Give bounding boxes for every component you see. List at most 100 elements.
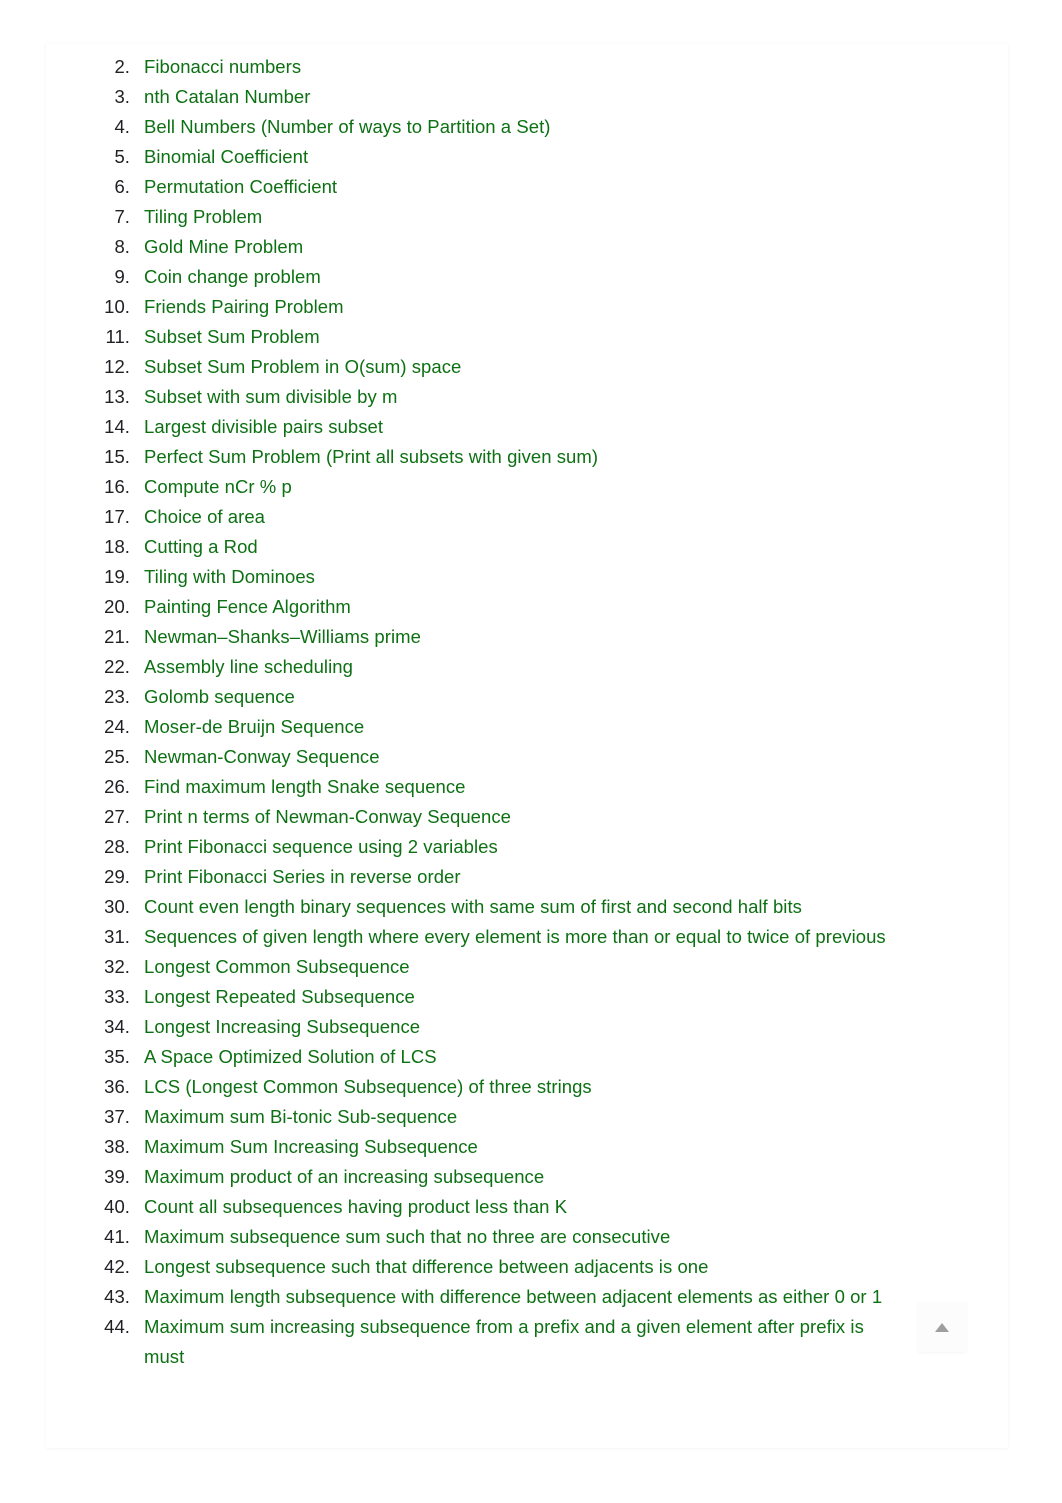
list-item: 7. Tiling Problem [72, 202, 902, 232]
list-item-link[interactable]: Assembly line scheduling [144, 656, 353, 677]
list-item-link[interactable]: Subset Sum Problem in O(sum) space [144, 356, 461, 377]
list-item-number: 17. [104, 506, 130, 527]
list-item-link[interactable]: Longest Common Subsequence [144, 956, 410, 977]
list-item-number: 25. [104, 746, 130, 767]
list-item: 18. Cutting a Rod [72, 532, 902, 562]
list-item-number: 2. [114, 56, 130, 77]
list-item-number: 38. [104, 1136, 130, 1157]
list-item-link[interactable]: Maximum Sum Increasing Subsequence [144, 1136, 478, 1157]
list-item: 30. Count even length binary sequences wi… [72, 892, 902, 922]
list-item: 14. Largest divisible pairs subset [72, 412, 902, 442]
list-item-link[interactable]: Fibonacci numbers [144, 56, 301, 77]
list-item: 9. Coin change problem [72, 262, 902, 292]
list-item-link[interactable]: Longest Increasing Subsequence [144, 1016, 420, 1037]
list-item-link[interactable]: Maximum product of an increasing subsequ… [144, 1166, 544, 1187]
list-item-link[interactable]: Maximum subsequence sum such that no thr… [144, 1226, 670, 1247]
list-item-link[interactable]: Maximum sum increasing subsequence from … [144, 1316, 864, 1367]
list-item: 44. Maximum sum increasing subsequence fr… [72, 1312, 902, 1372]
list-item-number: 15. [104, 446, 130, 467]
list-item: 41. Maximum subsequence sum such that no … [72, 1222, 902, 1252]
list-item-number: 36. [104, 1076, 130, 1097]
list-item-number: 19. [104, 566, 130, 587]
list-item-link[interactable]: Cutting a Rod [144, 536, 258, 557]
list-item-number: 37. [104, 1106, 130, 1127]
list-item: 19. Tiling with Dominoes [72, 562, 902, 592]
list-item-number: 8. [114, 236, 130, 257]
list-item: 25. Newman-Conway Sequence [72, 742, 902, 772]
list-item-link[interactable]: Gold Mine Problem [144, 236, 303, 257]
list-item: 27. Print n terms of Newman-Conway Sequen… [72, 802, 902, 832]
scroll-to-top-button[interactable]: Back to top [917, 1302, 967, 1352]
list-item-number: 18. [104, 536, 130, 557]
list-item: 32. Longest Common Subsequence [72, 952, 902, 982]
list-item: 39. Maximum product of an increasing subs… [72, 1162, 902, 1192]
list-item-number: 39. [104, 1166, 130, 1187]
list-item-link[interactable]: LCS (Longest Common Subsequence) of thre… [144, 1076, 592, 1097]
list-item: 40. Count all subsequences having product… [72, 1192, 902, 1222]
list-item: 28. Print Fibonacci sequence using 2 vari… [72, 832, 902, 862]
list-item-link[interactable]: Longest subsequence such that difference… [144, 1256, 708, 1277]
list-item-link[interactable]: Golomb sequence [144, 686, 295, 707]
list-item-link[interactable]: Print Fibonacci sequence using 2 variabl… [144, 836, 498, 857]
list-item-number: 32. [104, 956, 130, 977]
dp-problem-list: 2. Fibonacci numbers 3. nth Catalan Number 4… [72, 52, 902, 1372]
list-item-number: 35. [104, 1046, 130, 1067]
list-item-number: 43. [104, 1286, 130, 1307]
list-item-link[interactable]: Print n terms of Newman-Conway Sequence [144, 806, 511, 827]
list-item-number: 6. [114, 176, 130, 197]
list-item-number: 7. [114, 206, 130, 227]
list-item: 24. Moser-de Bruijn Sequence [72, 712, 902, 742]
list-item-number: 33. [104, 986, 130, 1007]
list-item-number: 31. [104, 926, 130, 947]
list-item-link[interactable]: Sequences of given length where every el… [144, 926, 886, 947]
list-item-link[interactable]: Compute nCr % p [144, 476, 292, 497]
list-item-number: 28. [104, 836, 130, 857]
list-item-link[interactable]: Maximum length subsequence with differen… [144, 1286, 882, 1307]
list-item-number: 22. [104, 656, 130, 677]
list-item: 43. Maximum length subsequence with diffe… [72, 1282, 902, 1312]
list-item: 4. Bell Numbers (Number of ways to Partit… [72, 112, 902, 142]
list-item: 42. Longest subsequence such that differe… [72, 1252, 902, 1282]
list-item-link[interactable]: Moser-de Bruijn Sequence [144, 716, 364, 737]
list-item-link[interactable]: Bell Numbers (Number of ways to Partitio… [144, 116, 550, 137]
list-item-link[interactable]: A Space Optimized Solution of LCS [144, 1046, 437, 1067]
list-item-link[interactable]: Permutation Coefficient [144, 176, 337, 197]
list-item-link[interactable]: Count even length binary sequences with … [144, 896, 802, 917]
list-item-link[interactable]: Tiling Problem [144, 206, 262, 227]
list-item-link[interactable]: Subset Sum Problem [144, 326, 320, 347]
list-item-link[interactable]: nth Catalan Number [144, 86, 310, 107]
list-item-link[interactable]: Binomial Coefficient [144, 146, 308, 167]
list-item-link[interactable]: Tiling with Dominoes [144, 566, 315, 587]
list-item: 35. A Space Optimized Solution of LCS [72, 1042, 902, 1072]
list-item-link[interactable]: Print Fibonacci Series in reverse order [144, 866, 461, 887]
list-item-link[interactable]: Perfect Sum Problem (Print all subsets w… [144, 446, 598, 467]
list-item-number: 3. [114, 86, 130, 107]
list-item-link[interactable]: Friends Pairing Problem [144, 296, 344, 317]
list-item-link[interactable]: Newman–Shanks–Williams prime [144, 626, 421, 647]
list-item-link[interactable]: Find maximum length Snake sequence [144, 776, 466, 797]
list-item: 37. Maximum sum Bi-tonic Sub-sequence [72, 1102, 902, 1132]
list-item-link[interactable]: Longest Repeated Subsequence [144, 986, 415, 1007]
list-item: 11. Subset Sum Problem [72, 322, 902, 352]
list-item-number: 10. [104, 296, 130, 317]
list-item-link[interactable]: Choice of area [144, 506, 265, 527]
list-item-link[interactable]: Maximum sum Bi-tonic Sub-sequence [144, 1106, 457, 1127]
list-item-link[interactable]: Painting Fence Algorithm [144, 596, 351, 617]
list-item: 29. Print Fibonacci Series in reverse ord… [72, 862, 902, 892]
list-item-link[interactable]: Largest divisible pairs subset [144, 416, 383, 437]
list-item: 36. LCS (Longest Common Subsequence) of t… [72, 1072, 902, 1102]
list-item: 15. Perfect Sum Problem (Print all subset… [72, 442, 902, 472]
list-item-link[interactable]: Subset with sum divisible by m [144, 386, 397, 407]
list-item: 20. Painting Fence Algorithm [72, 592, 902, 622]
list-item-number: 11. [105, 326, 130, 347]
list-item-number: 23. [104, 686, 130, 707]
list-item: 6. Permutation Coefficient [72, 172, 902, 202]
list-item-link[interactable]: Count all subsequences having product le… [144, 1196, 567, 1217]
list-item-link[interactable]: Coin change problem [144, 266, 321, 287]
list-item: 8. Gold Mine Problem [72, 232, 902, 262]
list-item-number: 4. [114, 116, 130, 137]
list-item-link[interactable]: Newman-Conway Sequence [144, 746, 380, 767]
list-item: 3. nth Catalan Number [72, 82, 902, 112]
list-item: 34. Longest Increasing Subsequence [72, 1012, 902, 1042]
list-item-number: 26. [104, 776, 130, 797]
